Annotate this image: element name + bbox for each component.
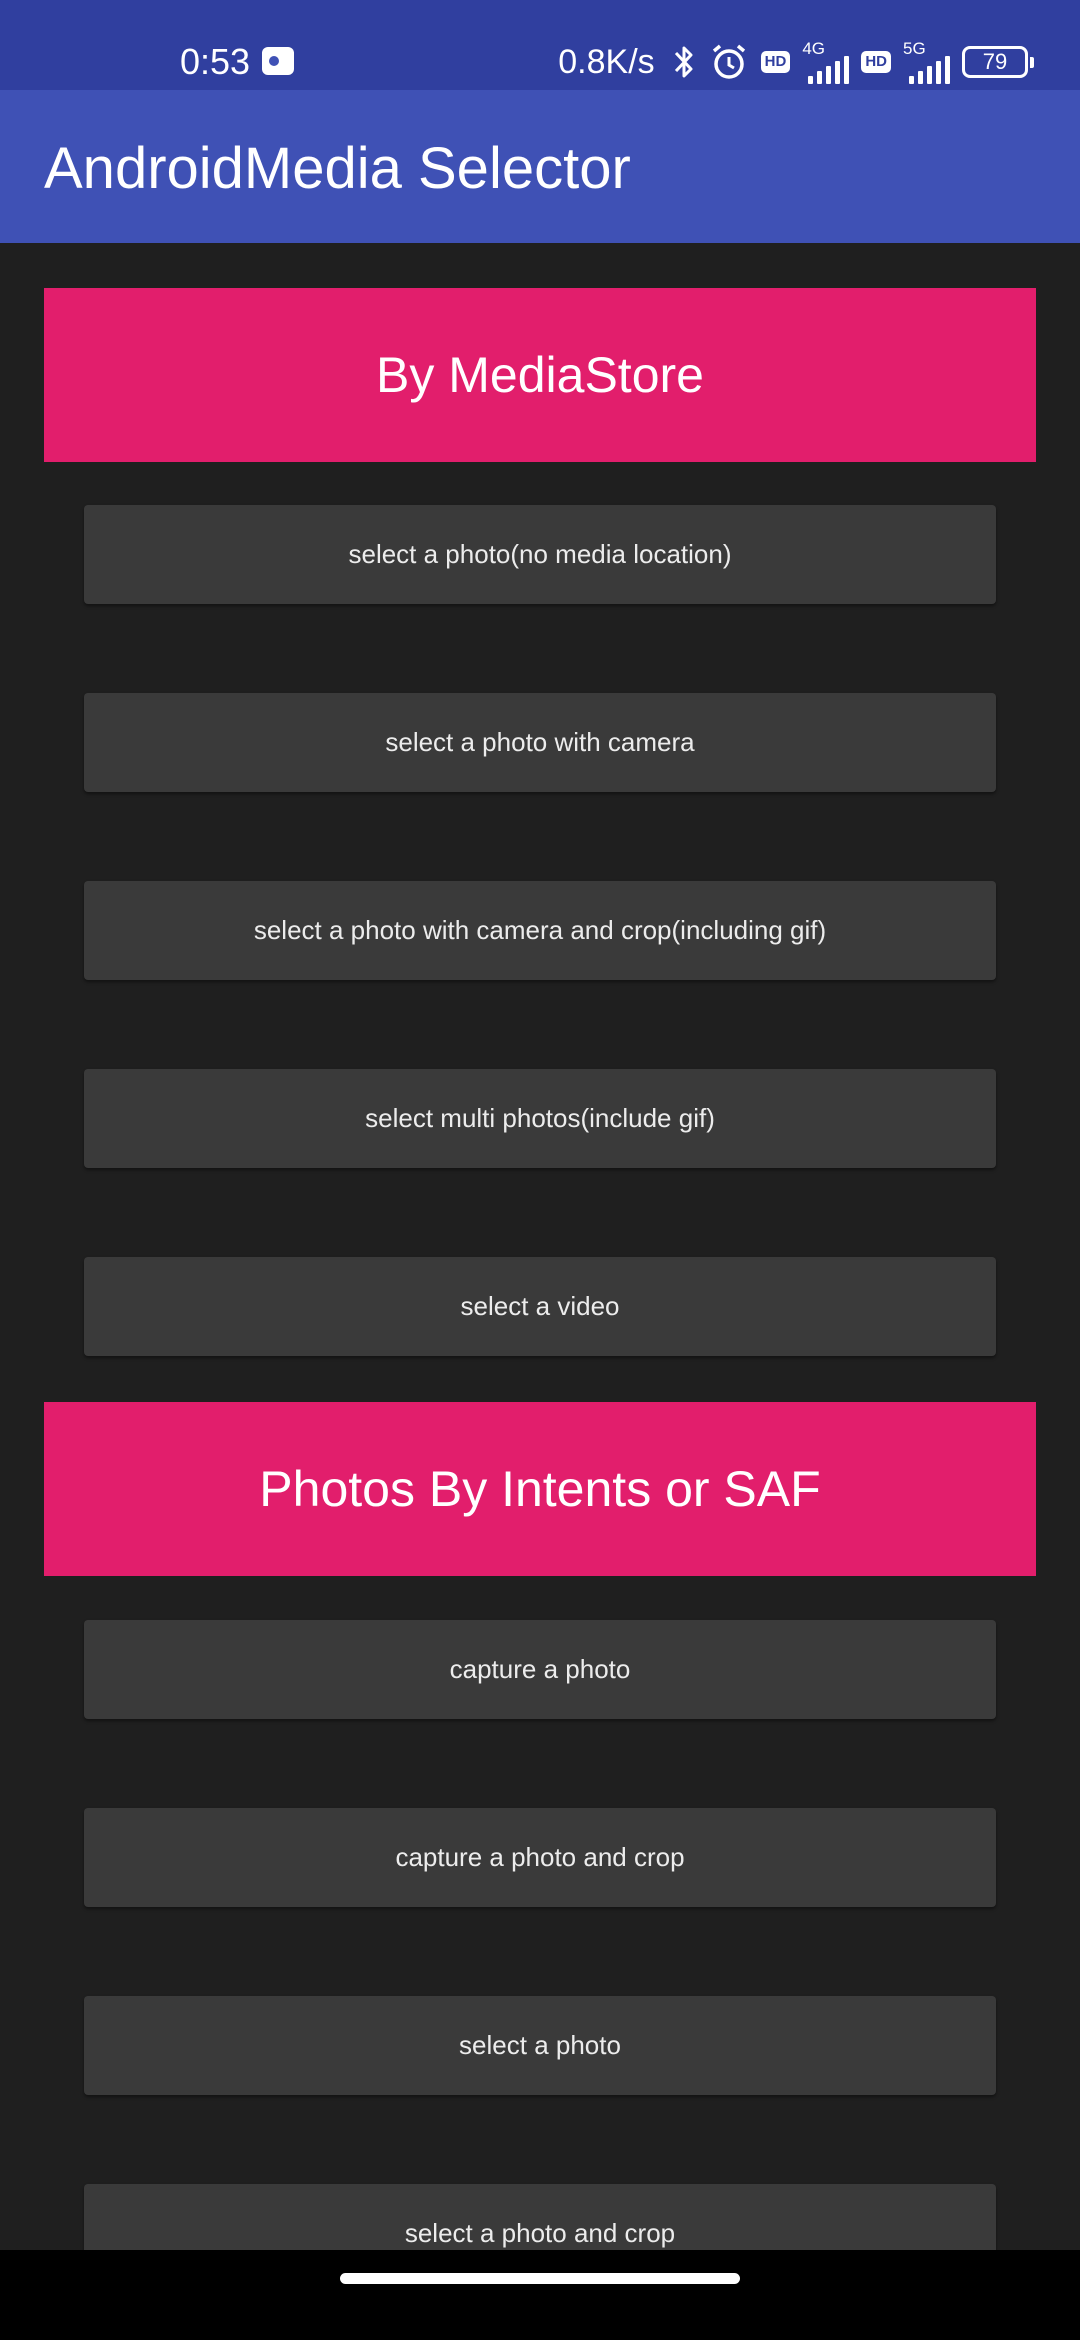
select-photo-button[interactable]: select a photo <box>84 1996 996 2095</box>
scroll-content[interactable]: By MediaStore select a photo(no media lo… <box>0 243 1080 2250</box>
capture-photo-crop-button[interactable]: capture a photo and crop <box>84 1808 996 1907</box>
app-notification-icon <box>262 47 294 75</box>
select-multi-photos-button[interactable]: select multi photos(include gif) <box>84 1069 996 1168</box>
section-header-intents-saf: Photos By Intents or SAF <box>44 1402 1036 1576</box>
signal-icon: 4G <box>802 39 850 84</box>
alarm-icon <box>712 44 745 79</box>
section-header-mediastore: By MediaStore <box>44 288 1036 462</box>
status-bar: 0:53 0.8K/s HD 4G HD 5G 79 <box>0 0 1080 90</box>
battery-icon: 79 <box>962 46 1034 78</box>
select-photo-with-camera-button[interactable]: select a photo with camera <box>84 693 996 792</box>
app-bar: AndroidMedia Selector <box>0 90 1080 243</box>
select-photo-no-location-button[interactable]: select a photo(no media location) <box>84 505 996 604</box>
network-type-sim2: 5G <box>903 39 926 58</box>
app-title: AndroidMedia Selector <box>44 136 631 201</box>
network-type-sim1: 4G <box>802 39 826 58</box>
bluetooth-icon <box>674 46 693 78</box>
select-photo-crop-button[interactable]: select a photo and crop <box>84 2184 996 2250</box>
signal-icon: 5G <box>903 40 950 84</box>
navigation-bar <box>0 2250 1080 2340</box>
hd-badge-sim2: HD <box>861 51 891 73</box>
status-indicators: 0.8K/s HD 4G HD 5G 79 <box>558 36 1034 88</box>
select-photo-camera-crop-button[interactable]: select a photo with camera and crop(incl… <box>84 881 996 980</box>
battery-level: 79 <box>982 49 1008 74</box>
home-indicator[interactable] <box>340 2273 740 2284</box>
status-time: 0:53 <box>180 41 251 82</box>
select-video-button[interactable]: select a video <box>84 1257 996 1356</box>
hd-badge-sim1: HD <box>760 51 791 73</box>
network-speed: 0.8K/s <box>558 43 655 81</box>
capture-photo-button[interactable]: capture a photo <box>84 1620 996 1719</box>
